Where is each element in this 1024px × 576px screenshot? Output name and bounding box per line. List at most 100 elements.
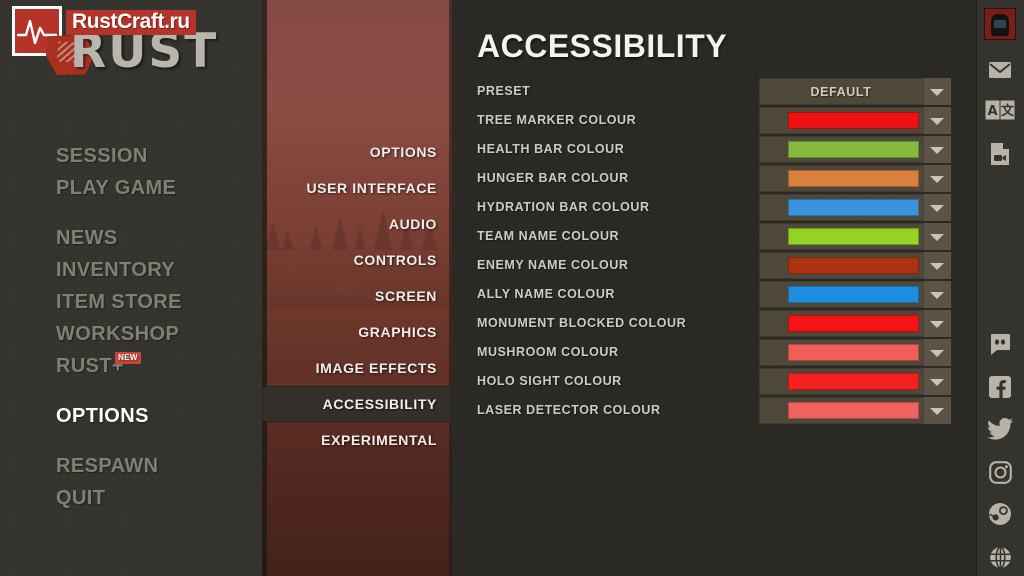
- menu-group: OPTIONS: [0, 400, 262, 432]
- setting-label: PRESET: [477, 84, 531, 98]
- site-watermark: RustCraft.ru: [66, 10, 196, 35]
- menu-item-respawn[interactable]: RESPAWN: [0, 450, 262, 482]
- options-nav-item-experimental[interactable]: EXPERIMENTAL: [262, 422, 452, 458]
- control-body: [759, 281, 923, 308]
- colour-swatch: [788, 344, 919, 361]
- colour-picker-mushroom-colour[interactable]: [759, 339, 951, 366]
- colour-picker-holo-sight-colour[interactable]: [759, 368, 951, 395]
- colour-swatch: [788, 315, 919, 332]
- colour-swatch: [788, 199, 919, 216]
- menu-item-workshop[interactable]: WORKSHOP: [0, 318, 262, 350]
- setting-row-preset: PRESET DEFAULT: [452, 78, 976, 105]
- menu-group: NEWS INVENTORY ITEM STORE WORKSHOP RUST+…: [0, 222, 262, 382]
- colour-picker-hydration-bar-colour[interactable]: [759, 194, 951, 221]
- control-body: [759, 136, 923, 163]
- control-body: [759, 310, 923, 337]
- dropdown-preset[interactable]: DEFAULT: [759, 78, 951, 105]
- translate-icon[interactable]: A 文: [976, 86, 1024, 134]
- chevron-down-icon[interactable]: [923, 339, 951, 366]
- setting-row-ally-name-colour: ALLY NAME COLOUR: [452, 281, 976, 308]
- control-body: [759, 223, 923, 250]
- colour-swatch: [788, 373, 919, 390]
- options-nav-item-screen[interactable]: SCREEN: [262, 278, 452, 314]
- setting-row-hydration-bar-colour: HYDRATION BAR COLOUR: [452, 194, 976, 221]
- setting-label: HYDRATION BAR COLOUR: [477, 200, 650, 214]
- avatar-button[interactable]: [976, 0, 1024, 48]
- setting-label: MUSHROOM COLOUR: [477, 345, 619, 359]
- chevron-down-icon[interactable]: [923, 194, 951, 221]
- svg-text:文: 文: [1001, 103, 1015, 119]
- menu-item-item-store[interactable]: ITEM STORE: [0, 286, 262, 318]
- setting-label: TREE MARKER COLOUR: [477, 113, 637, 127]
- control-body: [759, 165, 923, 192]
- colour-picker-laser-detector-colour[interactable]: [759, 397, 951, 424]
- options-nav-panel: OPTIONS USER INTERFACE AUDIO CONTROLS SC…: [262, 0, 452, 576]
- chevron-down-icon[interactable]: [923, 107, 951, 134]
- colour-swatch: [788, 228, 919, 245]
- menu-item-inventory[interactable]: INVENTORY: [0, 254, 262, 286]
- page-title: ACCESSIBILITY: [477, 28, 728, 64]
- control-body: [759, 194, 923, 221]
- menu-item-options[interactable]: OPTIONS: [0, 400, 262, 432]
- colour-swatch: [788, 402, 919, 419]
- discord-icon[interactable]: [976, 320, 1024, 368]
- twitter-icon[interactable]: [976, 405, 1024, 453]
- control-body: [759, 107, 923, 134]
- chevron-down-icon[interactable]: [923, 165, 951, 192]
- colour-picker-tree-marker-colour[interactable]: [759, 107, 951, 134]
- chevron-down-icon[interactable]: [923, 223, 951, 250]
- setting-label: HOLO SIGHT COLOUR: [477, 374, 622, 388]
- colour-picker-hunger-bar-colour[interactable]: [759, 165, 951, 192]
- options-nav-item-user-interface[interactable]: USER INTERFACE: [262, 170, 452, 206]
- setting-row-enemy-name-colour: ENEMY NAME COLOUR: [452, 252, 976, 279]
- setting-row-team-name-colour: TEAM NAME COLOUR: [452, 223, 976, 250]
- dropdown-value: DEFAULT: [810, 84, 872, 99]
- colour-swatch: [788, 170, 919, 187]
- options-nav-item-controls[interactable]: CONTROLS: [262, 242, 452, 278]
- options-nav-item-options[interactable]: OPTIONS: [262, 134, 452, 170]
- menu-item-session[interactable]: SESSION: [0, 140, 262, 172]
- menu-item-rust-plus[interactable]: RUST+ NEW: [0, 350, 262, 382]
- chevron-down-icon[interactable]: [923, 78, 951, 105]
- colour-picker-monument-blocked-colour[interactable]: [759, 310, 951, 337]
- settings-list: PRESET DEFAULT TREE MARKER COLOUR HEALTH BA…: [452, 78, 976, 426]
- chevron-down-icon[interactable]: [923, 310, 951, 337]
- steam-icon[interactable]: [976, 490, 1024, 538]
- setting-row-hunger-bar-colour: HUNGER BAR COLOUR: [452, 165, 976, 192]
- left-sidebar: RUST RustCraft.ru SESSION PLAY GAME NEWS…: [0, 0, 262, 576]
- facebook-icon[interactable]: [976, 363, 1024, 411]
- setting-label: MONUMENT BLOCKED COLOUR: [477, 316, 687, 330]
- game-title: RUST: [70, 24, 219, 79]
- video-file-icon[interactable]: [976, 130, 1024, 178]
- chevron-down-icon[interactable]: [923, 136, 951, 163]
- chevron-down-icon[interactable]: [923, 397, 951, 424]
- colour-picker-ally-name-colour[interactable]: [759, 281, 951, 308]
- options-nav-item-image-effects[interactable]: IMAGE EFFECTS: [262, 350, 452, 386]
- menu-item-play-game[interactable]: PLAY GAME: [0, 172, 262, 204]
- new-badge: NEW: [115, 352, 141, 364]
- setting-label: TEAM NAME COLOUR: [477, 229, 620, 243]
- setting-label: LASER DETECTOR COLOUR: [477, 403, 661, 417]
- settings-content: ACCESSIBILITY PRESET DEFAULT TREE MARKER C…: [452, 0, 976, 576]
- options-nav-item-accessibility[interactable]: ACCESSIBILITY: [262, 386, 452, 422]
- main-menu: SESSION PLAY GAME NEWS INVENTORY ITEM ST…: [0, 140, 262, 532]
- instagram-icon[interactable]: [976, 448, 1024, 496]
- setting-label: ENEMY NAME COLOUR: [477, 258, 629, 272]
- colour-picker-health-bar-colour[interactable]: [759, 136, 951, 163]
- chevron-down-icon[interactable]: [923, 281, 951, 308]
- options-nav-item-audio[interactable]: AUDIO: [262, 206, 452, 242]
- chevron-down-icon[interactable]: [923, 368, 951, 395]
- options-nav-item-graphics[interactable]: GRAPHICS: [262, 314, 452, 350]
- setting-row-health-bar-colour: HEALTH BAR COLOUR: [452, 136, 976, 163]
- colour-picker-team-name-colour[interactable]: [759, 223, 951, 250]
- globe-icon[interactable]: [976, 533, 1024, 576]
- chevron-down-icon[interactable]: [923, 252, 951, 279]
- colour-swatch: [788, 286, 919, 303]
- menu-item-news[interactable]: NEWS: [0, 222, 262, 254]
- colour-picker-enemy-name-colour[interactable]: [759, 252, 951, 279]
- setting-row-monument-blocked-colour: MONUMENT BLOCKED COLOUR: [452, 310, 976, 337]
- setting-row-tree-marker-colour: TREE MARKER COLOUR: [452, 107, 976, 134]
- colour-swatch: [788, 257, 919, 274]
- menu-item-quit[interactable]: QUIT: [0, 482, 262, 514]
- menu-item-label: RUST+: [56, 355, 125, 377]
